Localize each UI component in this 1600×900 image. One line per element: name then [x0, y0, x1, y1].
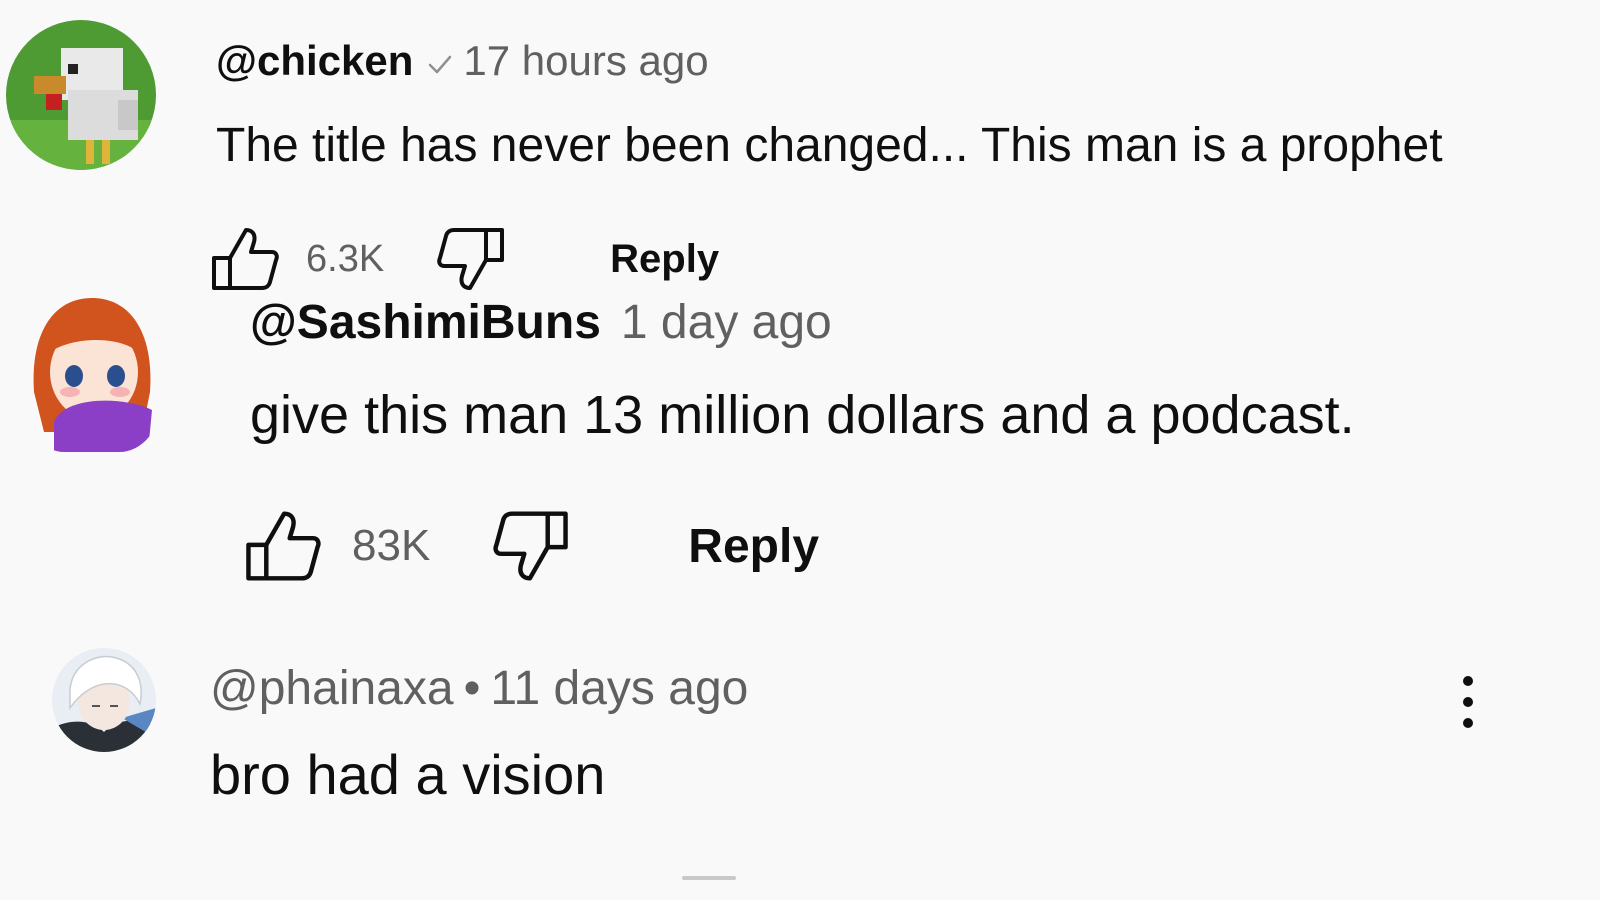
like-count: 83K: [352, 521, 431, 570]
comment-text: bro had a vision: [210, 743, 606, 806]
comment-timestamp[interactable]: 17 hours ago: [463, 37, 708, 85]
chicken-avatar-icon[interactable]: [6, 20, 156, 170]
white-hair-avatar-icon[interactable]: [52, 648, 156, 752]
anime-girl-avatar-icon[interactable]: [24, 292, 160, 452]
thumb-up-icon: [246, 511, 321, 581]
thumb-down-icon: [437, 228, 505, 290]
comment-author[interactable]: @chicken: [216, 37, 413, 85]
thumb-up-icon: [212, 228, 279, 290]
thumb-down-icon: [493, 511, 569, 581]
comment-author[interactable]: @phainaxa: [210, 661, 454, 716]
more-vert-icon[interactable]: [1456, 674, 1480, 730]
comment-author[interactable]: @SashimiBuns: [250, 295, 601, 350]
comment-timestamp[interactable]: 1 day ago: [621, 295, 832, 350]
comment-text: give this man 13 million dollars and a p…: [250, 385, 1355, 445]
reply-button[interactable]: Reply: [610, 237, 719, 282]
dislike-button[interactable]: [436, 226, 506, 292]
check-icon: [427, 37, 453, 85]
comment-header: @phainaxa • 11 days ago: [210, 660, 748, 716]
comment-actions: 6.3K Reply: [210, 226, 719, 292]
scroll-indicator: [682, 876, 736, 880]
separator-dot: •: [463, 661, 481, 715]
dislike-button[interactable]: [492, 508, 570, 584]
comment-header: @chicken 17 hours ago: [216, 36, 709, 86]
comment-actions: 83K Reply: [244, 508, 819, 584]
comment-timestamp[interactable]: 11 days ago: [490, 661, 748, 716]
like-button[interactable]: [210, 226, 280, 292]
reply-button[interactable]: Reply: [688, 519, 819, 574]
comment-text: The title has never been changed... This…: [216, 119, 1443, 172]
like-button[interactable]: [244, 508, 322, 584]
comment-header: @SashimiBuns 1 day ago: [250, 294, 832, 350]
like-count: 6.3K: [306, 237, 385, 280]
